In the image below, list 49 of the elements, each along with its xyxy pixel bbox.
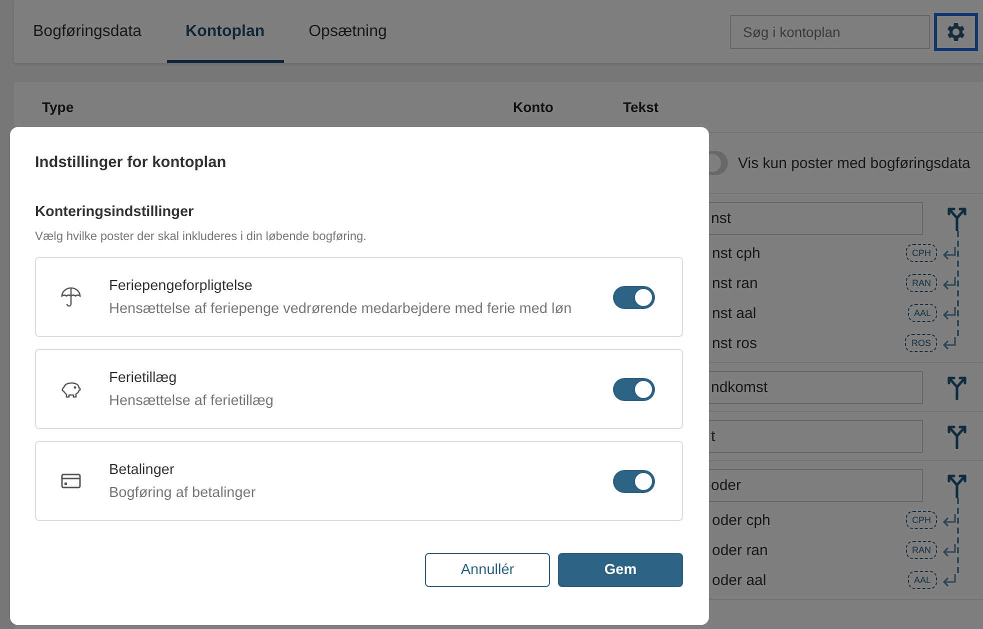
department-tag: CPH [906,511,937,529]
sub-account-text: nst ran [712,274,759,292]
filter-label: Vis kun poster med bogføringsdata [738,154,970,172]
settings-button[interactable] [934,12,978,50]
dialog-title: Indstillinger for kontoplan [35,154,228,172]
return-arrow-icon [941,276,957,290]
split-arrow-icon[interactable] [945,374,969,400]
sub-account-text: nst cph [712,244,762,262]
sub-account-text: oder cph [712,512,772,528]
return-arrow-icon [941,513,957,527]
tab[interactable]: Opsætning [296,0,400,63]
sub-account-text: oder ran [712,542,769,558]
sub-account-text: nst aal [712,304,758,322]
department-tag: CPH [906,244,937,262]
split-arrow-icon[interactable] [945,205,969,231]
tab[interactable]: Bogføringsdata [20,0,155,63]
option-toggle[interactable] [613,378,655,400]
return-arrow-icon [941,573,957,587]
split-arrow-icon[interactable] [945,472,969,498]
return-arrow-icon [941,543,957,557]
sub-account-text: oder aal [712,572,768,588]
option-title: Betalinger [109,462,176,478]
option-toggle[interactable] [613,286,655,308]
umbrella-icon [60,286,82,308]
return-arrow-icon [941,336,957,350]
return-arrow-icon [941,306,957,320]
split-arrow-icon[interactable] [945,423,969,449]
department-tag: RAN [906,541,937,559]
section-title: Konteringsindstillinger [35,204,195,220]
option-description: Hensættelse af feriepenge vedrørende medarbejdere med ferie med løn [109,300,573,316]
option-title: Feriepengeforpligtelse [109,278,254,294]
column-header: Konto [513,99,554,115]
save-button[interactable]: Gem [558,553,683,587]
section-hint: Vælg hvilke poster der skal inkluderes i din løbende bogføring. [35,229,368,243]
return-arrow-icon [941,246,957,260]
column-header: Type [42,99,75,115]
search-field[interactable]: Søg i kontoplan [730,14,930,48]
option-title: Ferietillæg [109,370,178,386]
department-tag: RAN [906,274,937,292]
column-header: Tekst [623,99,660,115]
option-toggle[interactable] [613,470,655,492]
option-description: Hensættelse af ferietillæg [109,392,274,408]
department-tag: AAL [908,571,937,589]
option-description: Bogføring af betalinger [109,484,257,500]
sub-account-text: nst ros [712,334,758,352]
department-tag: AAL [908,304,937,322]
cancel-button[interactable]: Annullér [425,553,550,587]
tab[interactable]: Kontoplan [166,0,284,63]
department-tag: ROS [905,334,937,352]
